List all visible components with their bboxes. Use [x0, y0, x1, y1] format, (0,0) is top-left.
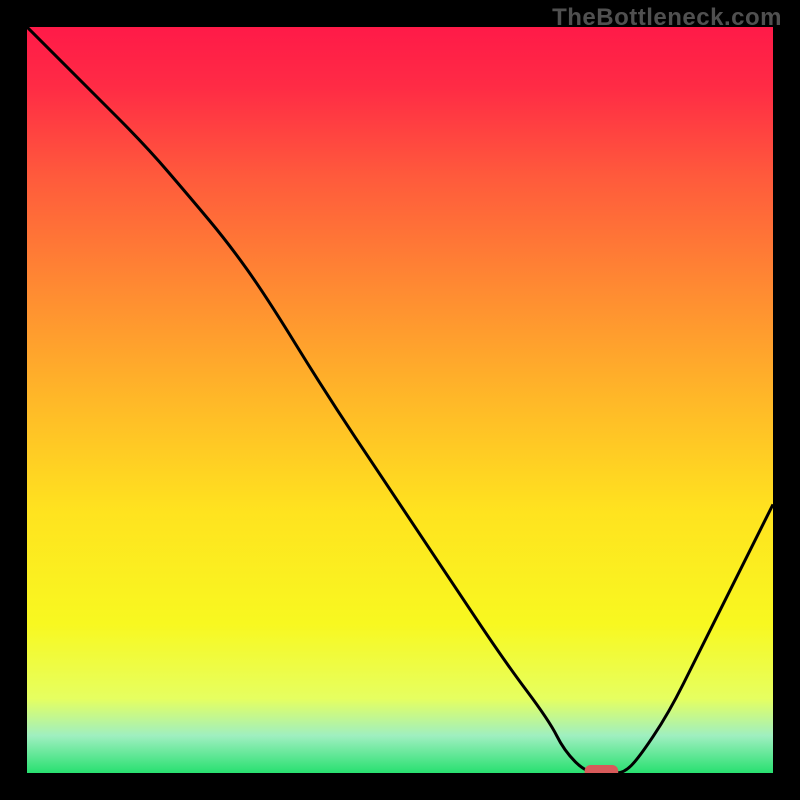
optimal-marker — [585, 765, 619, 773]
chart-frame: TheBottleneck.com — [0, 0, 800, 800]
bottleneck-chart — [27, 27, 773, 773]
